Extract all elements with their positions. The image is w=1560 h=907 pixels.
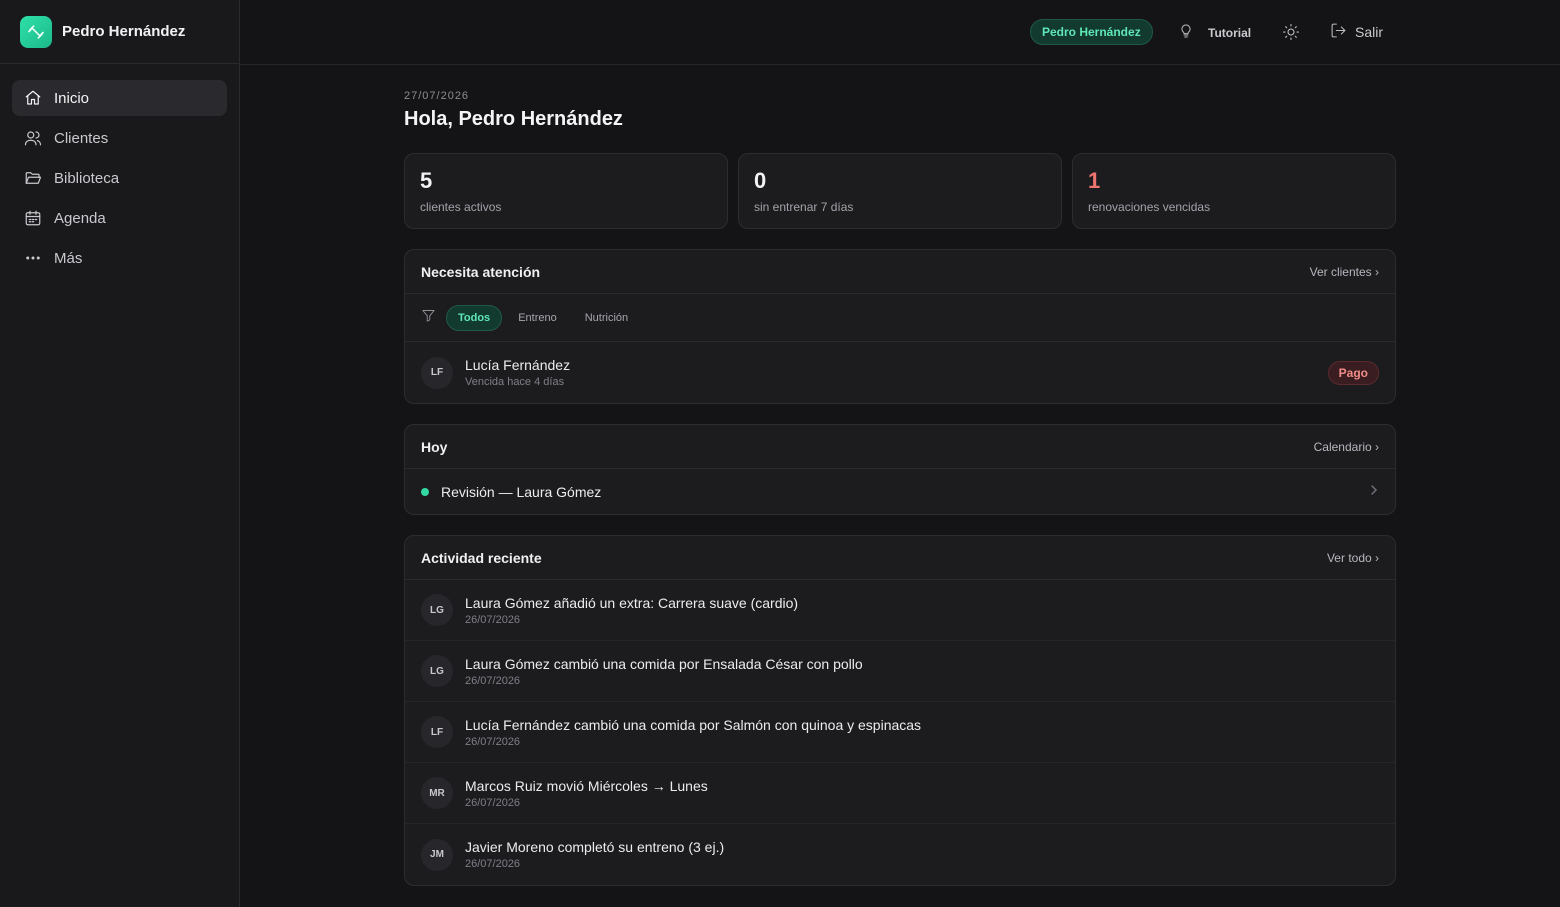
brand-name: Pedro Hernández <box>62 23 186 40</box>
calendar-link[interactable]: Calendario › <box>1314 440 1379 454</box>
sidebar-item-inicio[interactable]: Inicio <box>12 80 227 116</box>
avatar: LG <box>421 594 453 626</box>
view-all-link[interactable]: Ver todo › <box>1327 551 1379 565</box>
avatar: JM <box>421 838 453 871</box>
filter-chip-nutricion[interactable]: Nutrición <box>573 305 640 331</box>
card-title: Necesita atención <box>421 263 541 280</box>
event-title: Revisión — Laura Gómez <box>441 483 602 500</box>
row-text: Lucía Fernández Vencida hace 4 días <box>465 357 1328 388</box>
avatar: LF <box>421 716 453 748</box>
topbar: Pedro Hernández Tutorial Salir <box>240 0 1560 65</box>
row-text: Lucía Fernández cambió una comida por Sa… <box>465 717 1379 748</box>
stat-label: clientes activos <box>420 200 502 214</box>
filter-chip-todos[interactable]: Todos <box>446 304 503 331</box>
page-title: Hola, Pedro Hernández <box>404 108 623 130</box>
lightbulb-icon <box>1178 22 1194 43</box>
client-name: Lucía Fernández <box>465 357 571 373</box>
avatar: LG <box>421 655 453 687</box>
main-content: 27/07/2026 Hola, Pedro Hernández 5 clien… <box>404 90 1396 886</box>
sidebar-nav: Inicio Clientes Biblioteca Agenda Más <box>0 64 239 296</box>
client-detail: Vencida hace 4 días <box>465 376 565 388</box>
card-title: Actividad reciente <box>421 549 542 566</box>
app-root: Pedro Hernández Inicio Clientes Bibliote… <box>0 0 1560 907</box>
card-title: Hoy <box>421 438 448 455</box>
row-text: Javier Moreno completó su entreno (3 ej.… <box>465 839 1379 870</box>
sidebar-item-label: Biblioteca <box>54 169 120 187</box>
folder-icon <box>24 169 42 187</box>
stat-label: sin entrenar 7 días <box>754 200 854 214</box>
more-icon <box>24 249 42 267</box>
current-date: 27/07/2026 <box>404 90 470 102</box>
event-dot <box>421 487 429 496</box>
attention-row[interactable]: LF Lucía Fernández Vencida hace 4 días P… <box>405 342 1395 403</box>
users-icon <box>24 129 42 147</box>
row-text: Laura Gómez añadió un extra: Carrera sua… <box>465 595 1379 626</box>
sidebar-item-label: Más <box>54 249 83 267</box>
activity-row[interactable]: JM Javier Moreno completó su entreno (3 … <box>405 824 1395 885</box>
tutorial-label: Tutorial <box>1208 25 1252 40</box>
activity-text: Laura Gómez añadió un extra: Carrera sua… <box>465 594 799 611</box>
sidebar-item-label: Agenda <box>54 209 106 227</box>
activity-row[interactable]: LG Laura Gómez añadió un extra: Carrera … <box>405 580 1395 641</box>
theme-toggle-button[interactable] <box>1282 23 1300 46</box>
sidebar-item-label: Inicio <box>54 89 90 107</box>
sidebar-item-clientes[interactable]: Clientes <box>12 120 227 156</box>
brand[interactable]: Pedro Hernández <box>0 0 239 64</box>
activity-row[interactable]: LF Lucía Fernández cambió una comida por… <box>405 702 1395 763</box>
filter-icon <box>421 308 436 328</box>
activity-date: 26/07/2026 <box>465 858 521 870</box>
today-card: Hoy Calendario › Revisión — Laura Gómez <box>404 424 1396 515</box>
filter-chip-entreno[interactable]: Entreno <box>506 305 569 331</box>
stat-card-inactive-clients[interactable]: 0 sin entrenar 7 días <box>738 153 1062 229</box>
today-event-row[interactable]: Revisión — Laura Gómez <box>405 469 1395 514</box>
tutorial-button[interactable]: Tutorial <box>1178 22 1251 43</box>
activity-text: Marcos Ruiz movió Miércoles → Lunes <box>465 777 708 794</box>
sidebar-item-label: Clientes <box>54 129 109 147</box>
stat-label: renovaciones vencidas <box>1088 200 1211 214</box>
activity-row[interactable]: MR Marcos Ruiz movió Miércoles → Lunes 2… <box>405 763 1395 824</box>
stat-value: 1 <box>1088 168 1101 193</box>
sidebar-item-agenda[interactable]: Agenda <box>12 200 227 236</box>
card-header: Necesita atención Ver clientes › <box>405 250 1395 294</box>
sidebar: Pedro Hernández Inicio Clientes Bibliote… <box>0 0 240 907</box>
home-icon <box>24 89 42 107</box>
logout-icon <box>1330 22 1347 42</box>
calendar-icon <box>24 209 42 227</box>
dumbbell-icon <box>20 15 52 48</box>
stat-value: 5 <box>420 168 433 193</box>
status-badge: Pago <box>1327 360 1379 385</box>
activity-text: Laura Gómez cambió una comida por Ensala… <box>465 655 863 672</box>
card-header: Actividad reciente Ver todo › <box>405 536 1395 580</box>
row-text: Marcos Ruiz movió Miércoles → Lunes 26/0… <box>465 778 1379 809</box>
user-badge[interactable]: Pedro Hernández <box>1030 19 1153 45</box>
activity-date: 26/07/2026 <box>465 735 521 748</box>
activity-date: 26/07/2026 <box>465 674 521 687</box>
activity-date: 26/07/2026 <box>465 613 521 626</box>
logout-button[interactable]: Salir <box>1330 22 1383 42</box>
avatar: LF <box>421 356 453 389</box>
row-text: Laura Gómez cambió una comida por Ensala… <box>465 656 1379 687</box>
view-clients-link[interactable]: Ver clientes › <box>1310 265 1379 279</box>
logout-label: Salir <box>1355 24 1384 40</box>
activity-text: Javier Moreno completó su entreno (3 ej.… <box>465 839 725 855</box>
stat-card-overdue-renewals[interactable]: 1 renovaciones vencidas <box>1072 153 1396 229</box>
sun-icon <box>1282 23 1300 45</box>
activity-text: Lucía Fernández cambió una comida por Sa… <box>465 716 922 733</box>
activity-card: Actividad reciente Ver todo › LG Laura G… <box>404 535 1396 886</box>
stat-card-active-clients[interactable]: 5 clientes activos <box>404 153 728 229</box>
stats-row: 5 clientes activos 0 sin entrenar 7 días… <box>404 153 1396 229</box>
sidebar-item-biblioteca[interactable]: Biblioteca <box>12 160 227 196</box>
card-header: Hoy Calendario › <box>405 425 1395 469</box>
stat-value: 0 <box>754 168 767 193</box>
activity-date: 26/07/2026 <box>465 796 521 809</box>
filter-bar: Todos Entreno Nutrición <box>405 294 1395 342</box>
chevron-right-icon <box>1369 483 1379 501</box>
avatar: MR <box>421 777 453 809</box>
activity-row[interactable]: LG Laura Gómez cambió una comida por Ens… <box>405 641 1395 702</box>
attention-card: Necesita atención Ver clientes › Todos E… <box>404 249 1396 404</box>
sidebar-item-mas[interactable]: Más <box>12 240 227 276</box>
